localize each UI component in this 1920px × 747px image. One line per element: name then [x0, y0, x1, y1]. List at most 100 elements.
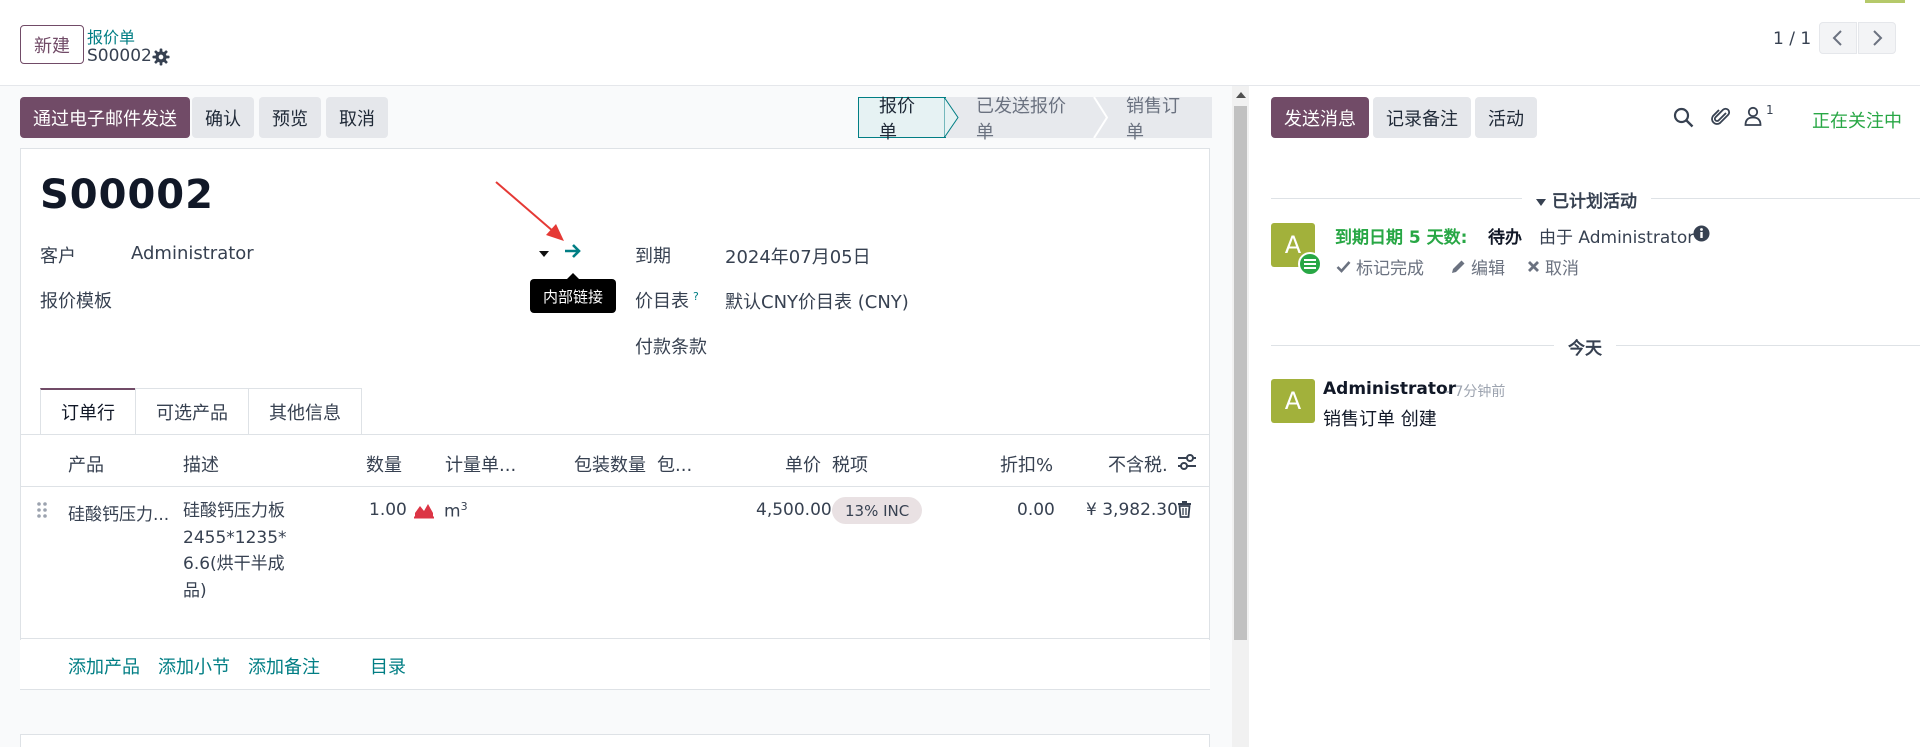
- column-unit-price[interactable]: 单价: [785, 451, 821, 477]
- catalog-link[interactable]: 目录: [370, 653, 406, 679]
- pricelist-label-text: 价目表: [635, 291, 689, 312]
- notebook-tabs: 订单行 可选产品 其他信息: [40, 388, 362, 434]
- header-divider: [20, 486, 1210, 487]
- scrollbar-thumb[interactable]: [1234, 106, 1247, 640]
- line-uom[interactable]: m3: [444, 500, 468, 522]
- pricelist-label: 价目表?: [635, 287, 699, 313]
- pricelist-help-icon[interactable]: ?: [693, 290, 699, 303]
- cancel-activity-link[interactable]: 取消: [1527, 254, 1579, 279]
- breadcrumb-parent[interactable]: 报价单: [87, 24, 135, 48]
- add-note-link[interactable]: 添加备注: [248, 653, 320, 679]
- cancel-activity-label: 取消: [1545, 259, 1579, 279]
- cancel-button[interactable]: 取消: [326, 97, 388, 138]
- breadcrumb-current: S00002: [87, 46, 152, 66]
- control-panel: [0, 0, 1920, 86]
- status-bar: 报价单 已发送报价单 销售订单: [858, 96, 1212, 143]
- line-unit-price[interactable]: 4,500.00: [756, 500, 832, 520]
- message-author[interactable]: Administrator: [1323, 379, 1456, 399]
- stage-quotation[interactable]: 报价单: [858, 96, 946, 143]
- column-description[interactable]: 描述: [183, 451, 219, 477]
- forecast-chart-icon[interactable]: [413, 501, 435, 519]
- column-discount[interactable]: 折扣%: [1000, 451, 1053, 477]
- planned-activities-title: 已计划活动: [1552, 192, 1637, 212]
- column-uom[interactable]: 计量单...: [445, 451, 516, 477]
- line-description[interactable]: 硅酸钙压力板2455*1235*6.6(烘干半成品): [183, 498, 293, 604]
- pager-previous-button[interactable]: [1819, 22, 1857, 54]
- mark-done-label: 标记完成: [1356, 259, 1424, 279]
- line-product[interactable]: 硅酸钙压力...: [68, 500, 169, 525]
- delete-trash-icon[interactable]: [1177, 501, 1192, 518]
- quotation-template-label: 报价模板: [40, 291, 112, 312]
- pager-value[interactable]: 1 / 1: [1773, 29, 1811, 49]
- preview-button[interactable]: 预览: [259, 97, 321, 138]
- following-button[interactable]: 正在关注中: [1812, 107, 1902, 133]
- gear-icon[interactable]: [152, 48, 170, 66]
- followers-person-icon[interactable]: [1744, 106, 1762, 126]
- top-accent: [1865, 0, 1905, 3]
- add-product-link[interactable]: 添加产品: [68, 653, 140, 679]
- list-icon: [1304, 259, 1316, 269]
- column-product[interactable]: 产品: [68, 451, 104, 477]
- pricelist-field[interactable]: 默认CNY价目表 (CNY): [725, 288, 909, 314]
- activity-type: 待办: [1488, 228, 1522, 248]
- pencil-icon: [1452, 260, 1465, 273]
- stage-sales-order[interactable]: 销售订单: [1096, 96, 1212, 143]
- tab-order-lines[interactable]: 订单行: [40, 388, 136, 434]
- column-subtotal[interactable]: 不含税.: [1108, 451, 1168, 477]
- message-avatar[interactable]: A: [1271, 379, 1315, 423]
- add-section-link[interactable]: 添加小节: [158, 653, 230, 679]
- expiration-label: 到期: [635, 246, 671, 267]
- tabs-divider: [20, 434, 1210, 435]
- message-timestamp: - 7分钟前: [1445, 384, 1506, 400]
- internal-link-arrow-icon[interactable]: [563, 242, 583, 260]
- customer-field[interactable]: Administrator: [131, 243, 254, 264]
- line-uom-unit: m: [444, 501, 461, 522]
- column-quantity[interactable]: 数量: [366, 451, 402, 477]
- line-discount[interactable]: 0.00: [1017, 500, 1055, 520]
- column-packaging[interactable]: 包...: [657, 451, 692, 477]
- line-uom-exponent: 3: [460, 500, 468, 513]
- new-button[interactable]: 新建: [20, 25, 84, 64]
- caret-down-icon: [1536, 198, 1546, 206]
- today-label: 今天: [1554, 334, 1616, 359]
- annotation-arrow-icon: [495, 181, 564, 241]
- customer-dropdown-icon[interactable]: [539, 251, 549, 257]
- tab-other-info[interactable]: 其他信息: [248, 388, 362, 434]
- activity-todo-badge-icon: [1298, 252, 1322, 276]
- paperclip-icon[interactable]: [1711, 106, 1731, 128]
- planned-activities-header[interactable]: 已计划活动: [1522, 187, 1651, 212]
- search-icon[interactable]: [1673, 107, 1694, 128]
- internal-link-tooltip: 内部链接: [530, 273, 616, 313]
- line-tax-badge[interactable]: 13% INC: [832, 497, 923, 524]
- expiration-field[interactable]: 2024年07月05日: [725, 243, 871, 269]
- line-subtotal: ¥ 3,982.30: [1086, 500, 1178, 520]
- edit-activity-link[interactable]: 编辑: [1451, 254, 1505, 279]
- send-email-button[interactable]: 通过电子邮件发送: [20, 97, 190, 138]
- info-circle-icon[interactable]: [1693, 225, 1710, 242]
- activity-assignee: 由于 Administrator: [1539, 228, 1695, 248]
- line-quantity[interactable]: 1.00: [369, 500, 407, 520]
- column-taxes[interactable]: 税项: [832, 451, 868, 477]
- edit-activity-label: 编辑: [1471, 259, 1505, 279]
- optional-columns-icon[interactable]: [1177, 452, 1197, 472]
- log-note-button[interactable]: 记录备注: [1373, 97, 1471, 138]
- pager-next-button[interactable]: [1858, 22, 1896, 54]
- stage-arrow-current: [944, 97, 959, 138]
- stage-quotation-sent[interactable]: 已发送报价单: [946, 96, 1096, 143]
- tab-optional-products[interactable]: 可选产品: [135, 388, 249, 434]
- stage-separator: [1093, 97, 1109, 138]
- drag-handle-icon[interactable]: [36, 501, 48, 519]
- payment-terms-label: 付款条款: [635, 337, 707, 358]
- confirm-button[interactable]: 确认: [192, 97, 254, 138]
- column-packaging-qty[interactable]: 包装数量: [574, 451, 646, 477]
- activity-due-date: 到期日期 5 天数:: [1335, 228, 1468, 248]
- scroll-up-arrow-icon[interactable]: [1236, 92, 1246, 98]
- message-body: 销售订单 创建: [1323, 409, 1437, 430]
- close-icon: [1528, 261, 1539, 272]
- check-icon: [1336, 261, 1351, 273]
- activities-button[interactable]: 活动: [1475, 97, 1537, 138]
- follower-count: 1: [1766, 103, 1774, 117]
- order-reference-title: S00002: [40, 172, 214, 218]
- mark-done-link[interactable]: 标记完成: [1336, 254, 1424, 279]
- send-message-button[interactable]: 发送消息: [1271, 97, 1369, 138]
